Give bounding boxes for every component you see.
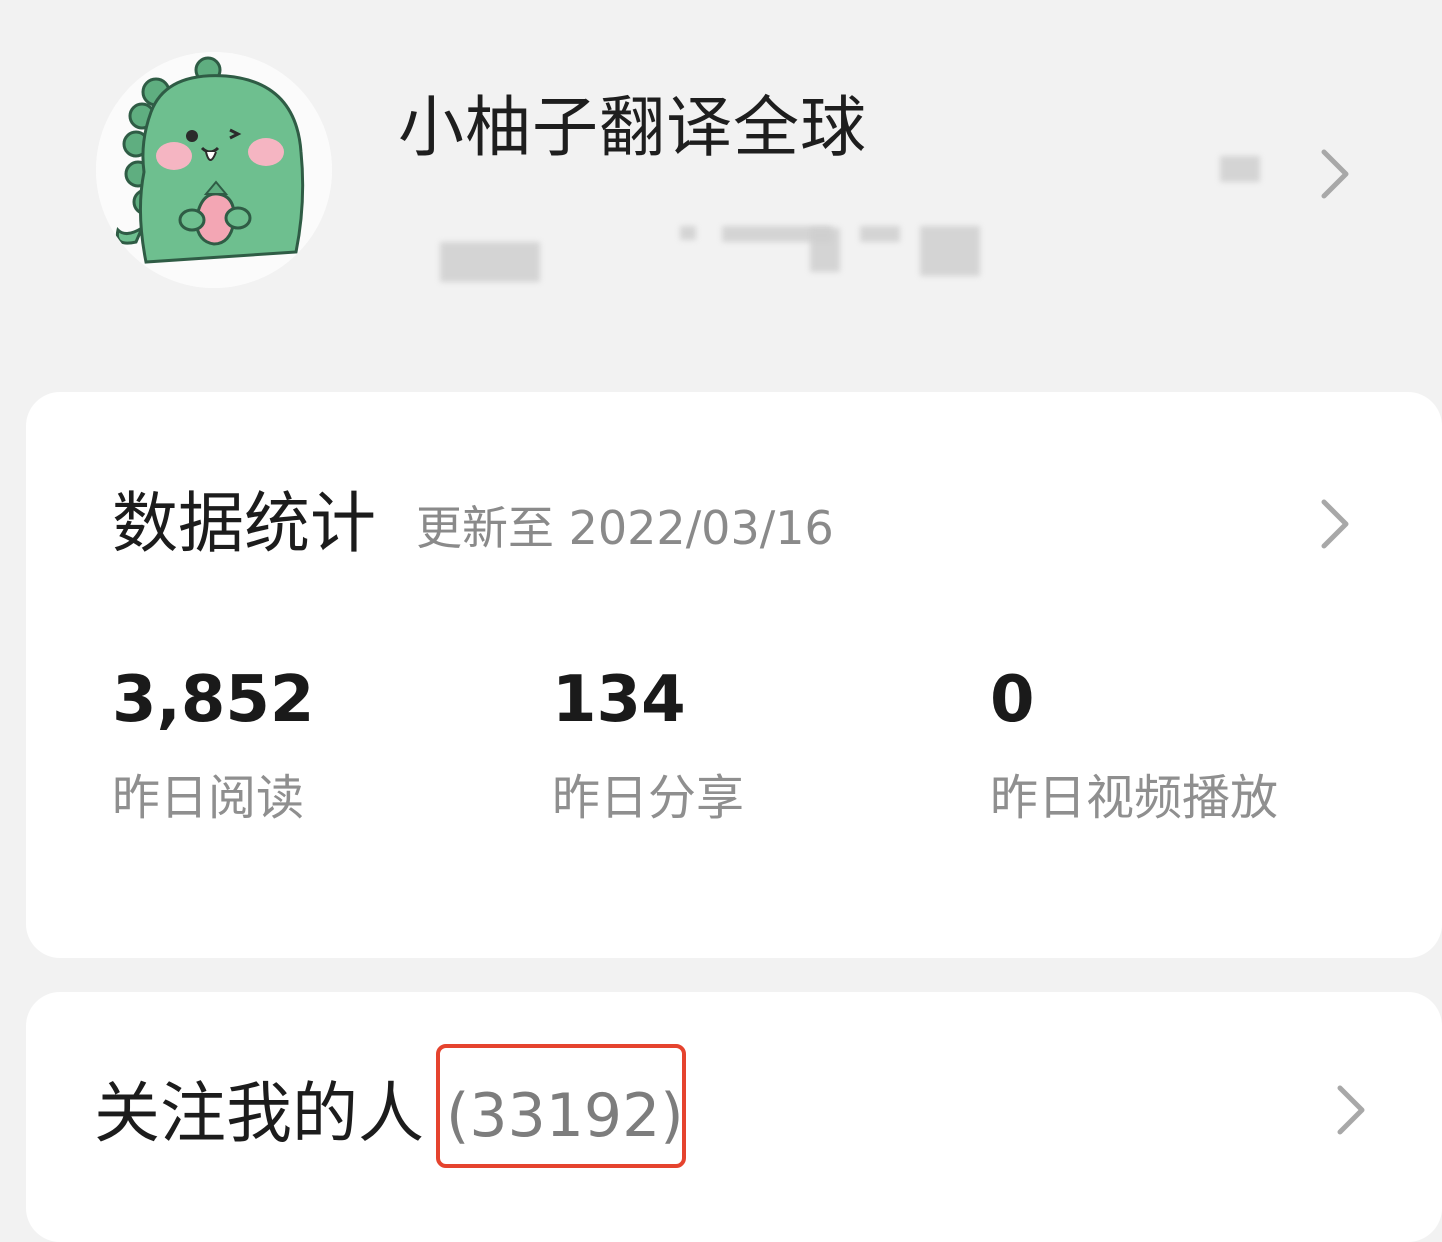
stat-yesterday-video-plays[interactable]: 0 昨日视频播放 bbox=[990, 660, 1350, 850]
stat-yesterday-reads[interactable]: 3,852 昨日阅读 bbox=[112, 660, 472, 850]
stat-value: 0 bbox=[990, 663, 1035, 737]
redacted-badge bbox=[1220, 156, 1260, 182]
stat-value: 134 bbox=[552, 663, 686, 737]
stat-label: 昨日视频播放 bbox=[990, 770, 1279, 826]
stat-label: 昨日阅读 bbox=[112, 770, 305, 826]
stats-card[interactable]: 数据统计 更新至 2022/03/16 3,852 昨日阅读 134 昨日分享 … bbox=[26, 392, 1442, 958]
chevron-right-icon[interactable] bbox=[1318, 496, 1352, 552]
chevron-right-icon bbox=[1318, 146, 1352, 202]
highlight-annotation bbox=[436, 1044, 686, 1168]
profile-name: 小柚子翻译全球 bbox=[398, 89, 867, 166]
followers-label: 关注我的人 bbox=[94, 1075, 424, 1152]
profile-entry[interactable] bbox=[1214, 138, 1374, 208]
dinosaur-avatar-icon bbox=[96, 52, 332, 288]
redacted-subtitle bbox=[440, 222, 1000, 286]
avatar[interactable] bbox=[96, 52, 332, 288]
profile-header[interactable]: 小柚子翻译全球 bbox=[0, 0, 1442, 380]
stat-label: 昨日分享 bbox=[552, 770, 745, 826]
stat-value: 3,852 bbox=[112, 663, 315, 737]
followers-card[interactable]: 关注我的人 (33192) bbox=[26, 992, 1442, 1242]
chevron-right-icon[interactable] bbox=[1334, 1082, 1368, 1138]
stat-yesterday-shares[interactable]: 134 昨日分享 bbox=[552, 660, 912, 850]
stats-updated-date: 更新至 2022/03/16 bbox=[416, 501, 834, 555]
stats-title: 数据统计 bbox=[112, 485, 376, 562]
